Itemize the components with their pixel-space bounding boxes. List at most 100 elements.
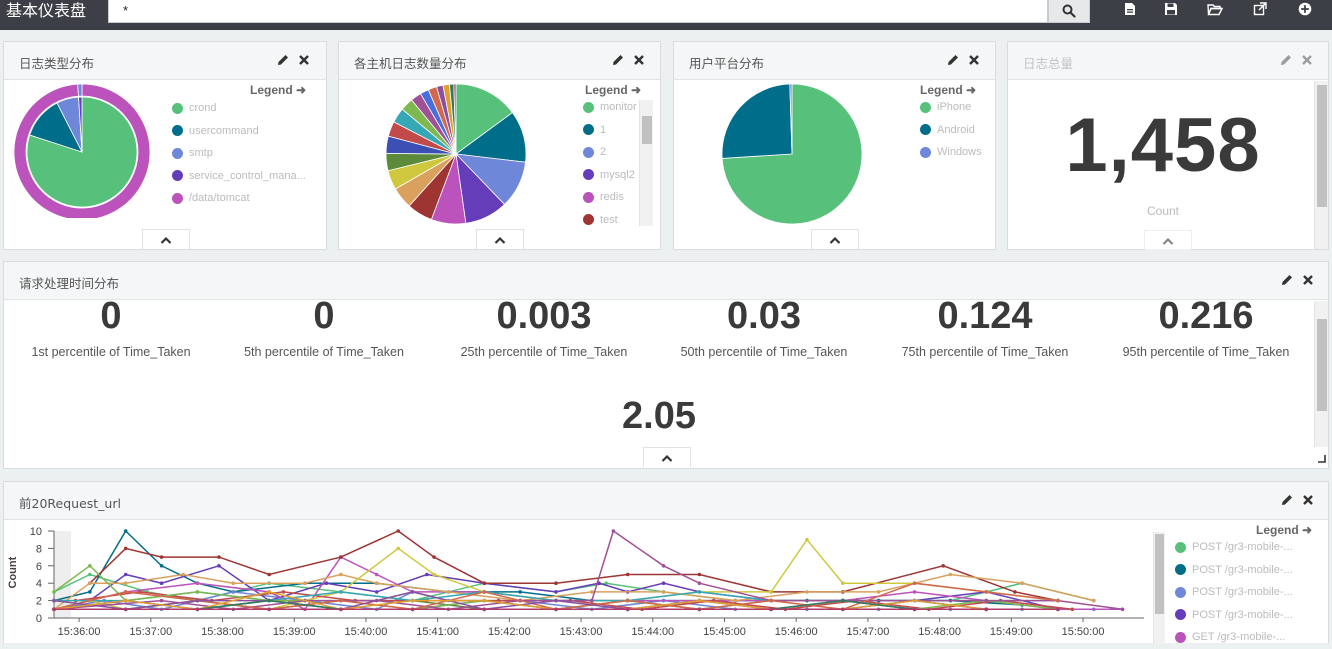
close-icon[interactable]: [1302, 494, 1314, 506]
data-point[interactable]: [518, 590, 522, 594]
data-point[interactable]: [267, 607, 271, 612]
data-point[interactable]: [88, 564, 92, 568]
data-point[interactable]: [159, 598, 164, 603]
edit-pencil-icon[interactable]: [1280, 54, 1292, 66]
scrollbar-thumb[interactable]: [1317, 85, 1327, 207]
data-point[interactable]: [554, 598, 558, 603]
legend-item[interactable]: Windows: [920, 141, 992, 164]
legend-toggle[interactable]: Legend ➜: [585, 83, 641, 97]
data-point[interactable]: [123, 598, 128, 603]
data-point[interactable]: [805, 537, 809, 542]
data-point[interactable]: [396, 546, 401, 551]
data-point[interactable]: [339, 572, 343, 577]
legend-item[interactable]: mysql2: [583, 164, 637, 187]
data-point[interactable]: [88, 581, 92, 585]
collapse-button[interactable]: [476, 229, 524, 249]
data-point[interactable]: [410, 607, 415, 612]
data-point[interactable]: [984, 598, 989, 603]
data-point[interactable]: [697, 598, 702, 603]
data-point[interactable]: [195, 590, 200, 594]
data-point[interactable]: [52, 590, 56, 594]
data-point[interactable]: [123, 546, 128, 551]
data-point[interactable]: [611, 529, 616, 533]
data-point[interactable]: [339, 607, 343, 612]
legend-item[interactable]: iPhone: [920, 96, 992, 119]
data-point[interactable]: [432, 555, 436, 559]
data-point[interactable]: [554, 607, 558, 612]
data-point[interactable]: [554, 590, 558, 594]
close-icon[interactable]: [633, 54, 645, 66]
close-icon[interactable]: [968, 54, 980, 66]
data-point[interactable]: [374, 581, 379, 585]
data-point[interactable]: [339, 598, 343, 603]
data-point[interactable]: [984, 590, 989, 594]
data-point[interactable]: [267, 598, 271, 603]
save-dashboard-button[interactable]: [1162, 1, 1180, 17]
resize-handle-icon[interactable]: [1317, 454, 1326, 463]
legend-item[interactable]: redis: [583, 186, 637, 209]
data-point[interactable]: [841, 598, 845, 603]
data-point[interactable]: [733, 598, 738, 603]
data-point[interactable]: [432, 572, 436, 577]
open-dashboard-button[interactable]: [1206, 1, 1224, 17]
data-point[interactable]: [1020, 581, 1024, 585]
legend-toggle[interactable]: Legend ➜: [1256, 523, 1312, 537]
data-point[interactable]: [410, 598, 415, 603]
data-point[interactable]: [52, 598, 56, 603]
legend-item[interactable]: Android: [920, 119, 992, 142]
data-point[interactable]: [1056, 598, 1060, 603]
edit-pencil-icon[interactable]: [1281, 494, 1293, 506]
data-point[interactable]: [554, 581, 558, 585]
data-point[interactable]: [769, 590, 773, 594]
legend-toggle[interactable]: Legend ➜: [250, 83, 306, 97]
legend-item[interactable]: 2: [583, 141, 637, 164]
new-dashboard-button[interactable]: [1121, 1, 1139, 17]
search-input[interactable]: *: [108, 0, 1048, 23]
data-point[interactable]: [912, 590, 917, 594]
data-point[interactable]: [984, 607, 989, 612]
legend-item[interactable]: usercommand: [172, 120, 322, 143]
line-series-2[interactable]: [53, 529, 1023, 606]
data-point[interactable]: [661, 581, 666, 585]
data-point[interactable]: [374, 572, 379, 577]
data-point[interactable]: [912, 581, 917, 585]
data-point[interactable]: [396, 529, 401, 533]
legend-item[interactable]: /data/tomcat: [172, 187, 322, 210]
legend-item[interactable]: POST /gr3-mobile-...: [1175, 581, 1325, 604]
data-point[interactable]: [425, 572, 429, 577]
legend-toggle[interactable]: Legend ➜: [920, 83, 976, 97]
legend-item[interactable]: smtp: [172, 142, 322, 165]
data-point[interactable]: [1070, 607, 1075, 612]
legend-scrollbar[interactable]: [639, 100, 653, 226]
data-point[interactable]: [697, 581, 702, 585]
edit-pencil-icon[interactable]: [277, 54, 289, 66]
legend-item[interactable]: service_control_mana...: [172, 165, 322, 188]
collapse-button[interactable]: [811, 229, 859, 249]
data-point[interactable]: [661, 590, 666, 594]
data-point[interactable]: [912, 607, 917, 612]
edit-pencil-icon[interactable]: [947, 54, 959, 66]
scrollbar-thumb[interactable]: [642, 116, 652, 144]
data-point[interactable]: [625, 598, 630, 603]
data-point[interactable]: [446, 590, 451, 594]
data-point[interactable]: [590, 598, 594, 603]
data-point[interactable]: [88, 572, 92, 577]
line-series-4[interactable]: [53, 564, 1059, 611]
data-point[interactable]: [231, 581, 236, 585]
data-point[interactable]: [195, 581, 200, 585]
data-point[interactable]: [195, 598, 200, 603]
data-point[interactable]: [52, 607, 56, 612]
data-point[interactable]: [482, 590, 487, 594]
scrollbar-thumb[interactable]: [1317, 319, 1327, 411]
data-point[interactable]: [195, 607, 200, 612]
data-point[interactable]: [661, 564, 666, 568]
collapse-button[interactable]: [1144, 230, 1192, 250]
data-point[interactable]: [482, 607, 487, 612]
data-point[interactable]: [841, 607, 845, 612]
data-point[interactable]: [181, 572, 185, 577]
line-series-13[interactable]: [53, 564, 1059, 611]
legend-item[interactable]: POST /gr3-mobile-...: [1175, 559, 1325, 582]
data-point[interactable]: [374, 590, 379, 594]
data-point[interactable]: [159, 581, 164, 585]
collapse-button[interactable]: [142, 229, 190, 249]
